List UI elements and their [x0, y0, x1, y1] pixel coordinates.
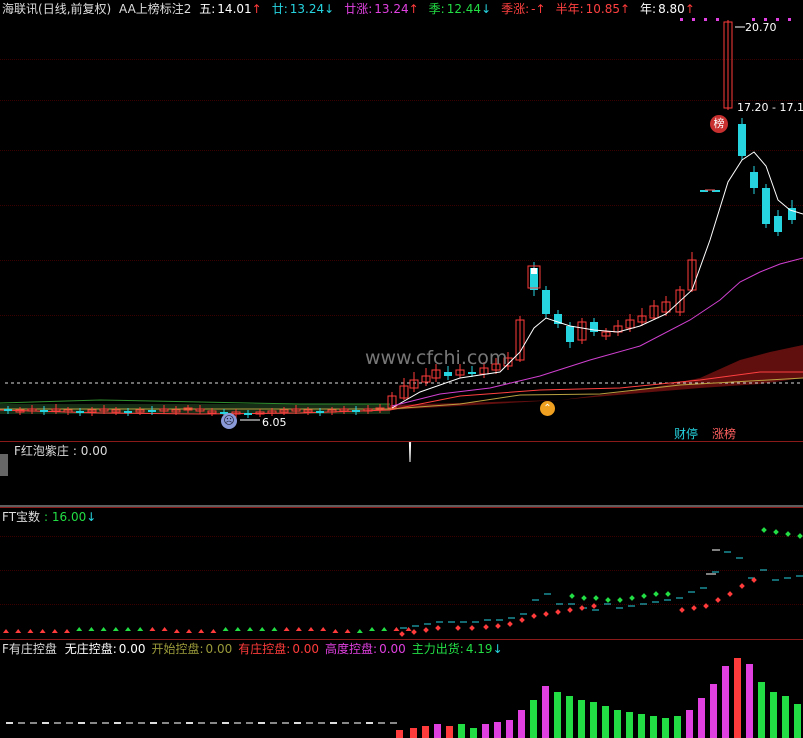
high-price-label: 20.70: [745, 21, 777, 34]
low-price-label: 6.05: [262, 416, 287, 429]
bang-marker-icon[interactable]: 榜: [710, 115, 728, 133]
price-panel[interactable]: 海联讯(日线,前复权) AA上榜标注2 五: 14.01↑ 廿: 13.24↓ 廿涨: 1…: [0, 0, 803, 441]
ft-baoshu-chart: [3, 527, 803, 637]
red-bubble-panel[interactable]: F红泡紫庄: 0.00: [0, 442, 803, 507]
up-chevron-icon[interactable]: ⌃: [540, 401, 555, 416]
zhuang-control-histogram: [6, 658, 801, 738]
caiting-badge[interactable]: 财停: [672, 425, 700, 442]
red-bubble-chart: [0, 442, 803, 507]
zhuang-control-panel[interactable]: F有庄控盘 无庄控盘: 0.00 开始控盘: 0.00 有庄控盘: 0.00 高度控盘: 0.…: [0, 640, 803, 738]
sad-face-icon[interactable]: ☹: [221, 413, 237, 429]
range-label: 17.20 - 17.18: [737, 101, 803, 114]
bang-marker-label: 榜: [713, 117, 725, 130]
zhangbang-badge[interactable]: 涨榜: [710, 425, 738, 442]
candlestick-chart[interactable]: [0, 0, 803, 441]
ft-baoshu-panel[interactable]: FT宝数: 16.00↓: [0, 508, 803, 639]
watermark: www.cfchi.com: [365, 347, 508, 369]
